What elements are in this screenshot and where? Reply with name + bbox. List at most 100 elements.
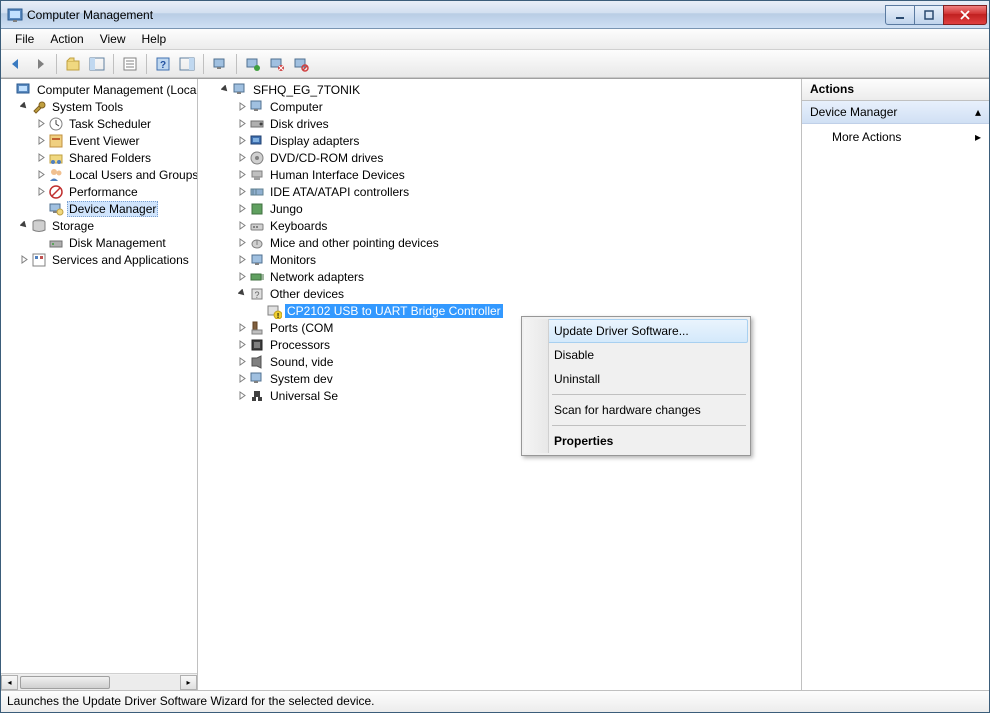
- tree-performance[interactable]: Performance: [1, 183, 197, 200]
- device-category[interactable]: Disk drives: [202, 115, 801, 132]
- tree-label: Local Users and Groups: [67, 168, 198, 182]
- tree-shared-folders[interactable]: Shared Folders: [1, 149, 197, 166]
- update-driver-button[interactable]: [242, 53, 264, 75]
- collapse-icon[interactable]: [18, 100, 31, 113]
- tree-local-users[interactable]: Local Users and Groups: [1, 166, 197, 183]
- expand-icon[interactable]: [35, 202, 48, 215]
- scroll-right-button[interactable]: ▸: [180, 675, 197, 690]
- expand-icon[interactable]: [236, 236, 249, 249]
- device-category[interactable]: IDE ATA/ATAPI controllers: [202, 183, 801, 200]
- device-category[interactable]: Computer: [202, 98, 801, 115]
- expand-icon[interactable]: [236, 134, 249, 147]
- expand-icon[interactable]: [35, 168, 48, 181]
- device-category[interactable]: Network adapters: [202, 268, 801, 285]
- tree-label: Monitors: [268, 253, 318, 267]
- device-category-icon: [249, 371, 265, 387]
- scroll-thumb[interactable]: [20, 676, 110, 689]
- menu-file[interactable]: File: [7, 30, 42, 48]
- tree-label: DVD/CD-ROM drives: [268, 151, 385, 165]
- maximize-button[interactable]: [914, 5, 944, 25]
- device-manager-icon: [48, 201, 64, 217]
- tree-storage[interactable]: Storage: [1, 217, 197, 234]
- cm-update-driver[interactable]: Update Driver Software...: [524, 319, 748, 343]
- expand-icon[interactable]: [236, 185, 249, 198]
- show-hide-tree-button[interactable]: [86, 53, 108, 75]
- device-category[interactable]: Display adapters: [202, 132, 801, 149]
- expand-icon[interactable]: [3, 83, 16, 96]
- disable-button[interactable]: [290, 53, 312, 75]
- collapse-icon[interactable]: [219, 83, 232, 96]
- actions-link-label: More Actions: [832, 130, 901, 144]
- expand-icon[interactable]: [236, 355, 249, 368]
- menu-action[interactable]: Action: [42, 30, 91, 48]
- up-button[interactable]: [62, 53, 84, 75]
- forward-button[interactable]: [29, 53, 51, 75]
- content-area: Computer Management (Local System Tools …: [1, 78, 989, 690]
- expand-icon[interactable]: [35, 134, 48, 147]
- device-category[interactable]: Jungo: [202, 200, 801, 217]
- expand-icon[interactable]: [236, 389, 249, 402]
- expand-icon[interactable]: [253, 304, 266, 317]
- properties-button[interactable]: [119, 53, 141, 75]
- minimize-button[interactable]: [885, 5, 915, 25]
- uninstall-button[interactable]: [266, 53, 288, 75]
- device-root[interactable]: SFHQ_EG_7TONIK: [202, 81, 801, 98]
- expand-icon[interactable]: [236, 338, 249, 351]
- scroll-left-button[interactable]: ◂: [1, 675, 18, 690]
- tree-label: Keyboards: [268, 219, 329, 233]
- action-pane-button[interactable]: [176, 53, 198, 75]
- scan-hardware-button[interactable]: [209, 53, 231, 75]
- tree-task-scheduler[interactable]: Task Scheduler: [1, 115, 197, 132]
- device-other-devices[interactable]: ? Other devices: [202, 285, 801, 302]
- expand-icon[interactable]: [236, 100, 249, 113]
- expand-icon[interactable]: [236, 202, 249, 215]
- expand-icon[interactable]: [236, 117, 249, 130]
- expand-icon[interactable]: [236, 151, 249, 164]
- tree-event-viewer[interactable]: Event Viewer: [1, 132, 197, 149]
- actions-more[interactable]: More Actions ▸: [802, 124, 989, 150]
- users-icon: [48, 167, 64, 183]
- expand-icon[interactable]: [18, 253, 31, 266]
- help-button[interactable]: ?: [152, 53, 174, 75]
- close-button[interactable]: [943, 5, 987, 25]
- tree-device-manager[interactable]: Device Manager: [1, 200, 197, 217]
- expand-icon[interactable]: [35, 151, 48, 164]
- device-category[interactable]: Mice and other pointing devices: [202, 234, 801, 251]
- expand-icon[interactable]: [236, 253, 249, 266]
- device-category[interactable]: DVD/CD-ROM drives: [202, 149, 801, 166]
- expand-icon[interactable]: [35, 117, 48, 130]
- menu-view[interactable]: View: [92, 30, 134, 48]
- expand-icon[interactable]: [236, 321, 249, 334]
- expand-icon[interactable]: [236, 270, 249, 283]
- device-category[interactable]: Monitors: [202, 251, 801, 268]
- horizontal-scrollbar[interactable]: ◂ ▸: [1, 673, 197, 690]
- tree-label: Disk drives: [268, 117, 331, 131]
- expand-icon[interactable]: [35, 236, 48, 249]
- collapse-icon[interactable]: [18, 219, 31, 232]
- cm-disable[interactable]: Disable: [524, 343, 748, 367]
- collapse-icon[interactable]: [236, 287, 249, 300]
- tree-root[interactable]: Computer Management (Local: [1, 81, 197, 98]
- cm-properties[interactable]: Properties: [524, 429, 748, 453]
- cm-scan-hardware[interactable]: Scan for hardware changes: [524, 398, 748, 422]
- expand-icon[interactable]: [236, 372, 249, 385]
- expand-icon[interactable]: [35, 185, 48, 198]
- device-category-icon: [249, 201, 265, 217]
- device-category[interactable]: Keyboards: [202, 217, 801, 234]
- status-text: Launches the Update Driver Software Wiza…: [7, 694, 375, 708]
- actions-section[interactable]: Device Manager ▴: [802, 101, 989, 124]
- tree-disk-management[interactable]: Disk Management: [1, 234, 197, 251]
- context-menu-separator: [552, 394, 746, 395]
- toolbar-separator: [113, 54, 114, 74]
- console-tree[interactable]: Computer Management (Local System Tools …: [1, 79, 197, 270]
- menu-help[interactable]: Help: [134, 30, 175, 48]
- device-category[interactable]: Human Interface Devices: [202, 166, 801, 183]
- tree-services[interactable]: Services and Applications: [1, 251, 197, 268]
- titlebar: Computer Management: [1, 1, 989, 29]
- expand-icon[interactable]: [236, 219, 249, 232]
- cm-uninstall[interactable]: Uninstall: [524, 367, 748, 391]
- tree-system-tools[interactable]: System Tools: [1, 98, 197, 115]
- back-button[interactable]: [5, 53, 27, 75]
- expand-icon[interactable]: [236, 168, 249, 181]
- scroll-track[interactable]: [18, 675, 180, 690]
